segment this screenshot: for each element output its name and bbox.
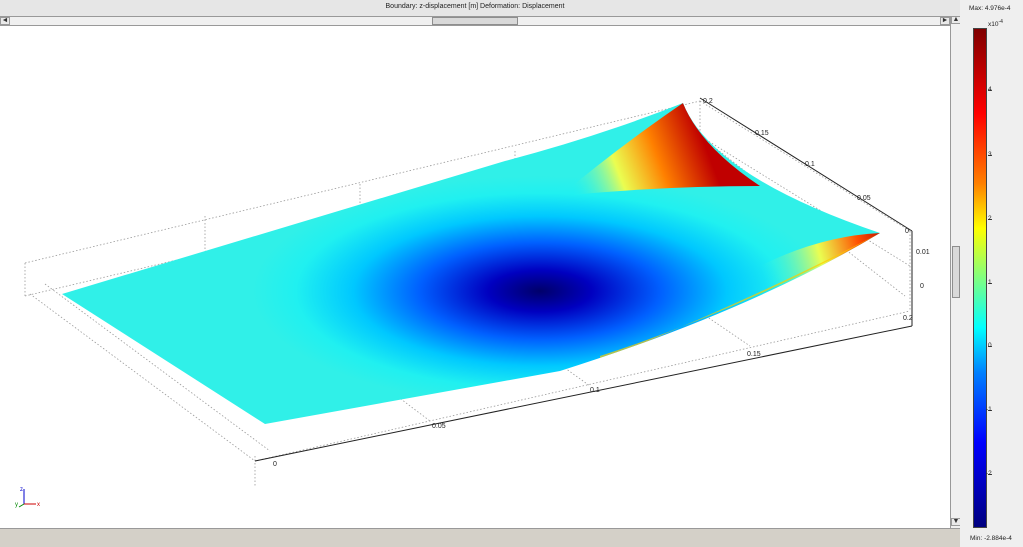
y-tick-label: 0.15 bbox=[755, 130, 769, 137]
triad-x-label: x bbox=[37, 502, 40, 508]
colorbar-scale-exp: -4 bbox=[998, 19, 1003, 25]
z-tick-label: 0.01 bbox=[916, 249, 930, 256]
colorbar-tick-label: 4 bbox=[988, 86, 992, 93]
colorbar-panel bbox=[960, 0, 1023, 547]
displacement-surface bbox=[62, 103, 880, 424]
colorbar-scale-label: x10-4 bbox=[988, 19, 1003, 28]
colorbar-tick-label: 2 bbox=[988, 215, 992, 222]
z-tick-label: 0 bbox=[920, 283, 924, 290]
x-tick-label: 0 bbox=[273, 461, 277, 468]
colorbar-tick-label: -1 bbox=[986, 406, 992, 413]
scroll-left-button[interactable]: ◄ bbox=[0, 17, 10, 25]
colorbar-tick-label: 1 bbox=[988, 279, 992, 286]
orientation-triad-icon: z x y bbox=[15, 487, 40, 508]
x-tick-label: 0.05 bbox=[432, 423, 446, 430]
colorbar-scale-base: x10 bbox=[988, 21, 999, 29]
horizontal-scrollbar[interactable]: ◄ ► bbox=[0, 16, 950, 26]
y-tick-label: 0 bbox=[905, 228, 909, 235]
colorbar-min-label: Min: -2.884e-4 bbox=[970, 535, 1012, 542]
plot-title-bar: Boundary: z-displacement [m] Deformation… bbox=[0, 0, 1023, 17]
colorbar-gradient bbox=[973, 28, 987, 528]
status-bar bbox=[0, 528, 960, 547]
horizontal-scroll-thumb[interactable] bbox=[432, 17, 518, 25]
x-tick-label: 0.2 bbox=[903, 315, 913, 322]
x-tick-label: 0.1 bbox=[590, 387, 600, 394]
graphics-canvas[interactable]: 0 0.05 0.1 0.15 0.2 0 0.05 0.1 0.15 0.2 … bbox=[0, 26, 950, 528]
plot-title: Boundary: z-displacement [m] Deformation… bbox=[385, 3, 565, 10]
triad-y-label: y bbox=[15, 502, 18, 508]
colorbar-tick-label: 0 bbox=[988, 342, 992, 349]
scroll-right-button[interactable]: ► bbox=[940, 17, 950, 25]
triad-z-label: z bbox=[20, 487, 23, 493]
vertical-scroll-thumb[interactable] bbox=[952, 246, 960, 298]
vertical-scrollbar[interactable]: ▲ ▼ bbox=[950, 16, 961, 528]
y-tick-label: 0.05 bbox=[857, 195, 871, 202]
x-tick-label: 0.15 bbox=[747, 351, 761, 358]
colorbar-max-label: Max: 4.976e-4 bbox=[969, 5, 1011, 12]
y-tick-label: 0.1 bbox=[805, 161, 815, 168]
colorbar-tick-label: 3 bbox=[988, 151, 992, 158]
y-tick-label: 0.2 bbox=[703, 98, 713, 105]
colorbar-tick-label: -2 bbox=[986, 470, 992, 477]
surface-plot: 0 0.05 0.1 0.15 0.2 0 0.05 0.1 0.15 0.2 … bbox=[15, 97, 930, 508]
